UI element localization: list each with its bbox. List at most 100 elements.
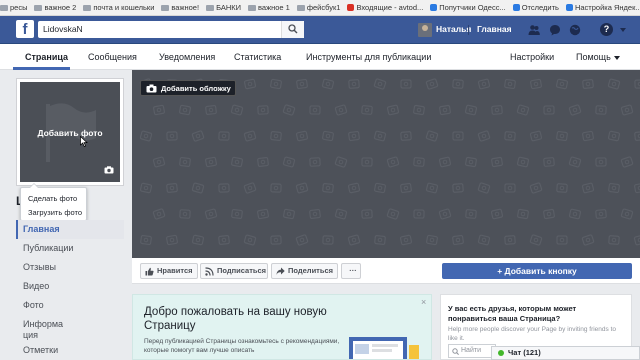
sidebar-item-reviews[interactable]: Отзывы	[16, 258, 124, 277]
mail-icon	[347, 4, 355, 11]
bookmark-label: важное 2	[44, 3, 77, 12]
bookmark-item[interactable]: Входящие - avtod...	[347, 3, 423, 12]
like-button[interactable]: Нравится	[140, 263, 198, 279]
help-menu[interactable]: Помощь	[576, 52, 620, 62]
friend-search-placeholder: Найти	[461, 347, 481, 354]
follow-button[interactable]: Подписаться	[200, 263, 268, 279]
site-favicon-icon	[512, 4, 520, 11]
bookmark-label: Попутчики Одесс...	[439, 3, 506, 12]
account-menu-chevron-down-icon[interactable]	[620, 28, 626, 32]
bookmark-label: Отследить	[521, 3, 559, 12]
left-sidebar-nav: Главная Публикации Отзывы Видео Фото Инф…	[16, 220, 124, 360]
sidebar-item-posts[interactable]: Публикации	[16, 239, 124, 258]
folder-icon	[34, 4, 43, 11]
bookmark-label: важное!	[171, 3, 200, 12]
add-photo-label[interactable]: Добавить фото	[20, 128, 120, 138]
photo-options-menu: Сделать фото Загрузить фото	[20, 183, 87, 221]
active-tab-indicator	[13, 67, 70, 70]
bookmark-item[interactable]: Попутчики Одесс...	[430, 3, 506, 12]
globe-notifications-icon[interactable]	[569, 24, 581, 36]
share-arrow-icon	[276, 267, 285, 275]
bookmark-label: важное 1	[258, 3, 290, 12]
sidebar-item-videos[interactable]: Видео	[16, 277, 124, 296]
help-menu-label: Помощь	[576, 52, 611, 62]
folder-icon	[248, 4, 256, 11]
facebook-top-bar: f LidovskaN Наталья Главная ?	[0, 16, 640, 44]
bookmark-item[interactable]: БАНКИ	[206, 3, 241, 12]
home-link[interactable]: Главная	[477, 24, 512, 34]
bookmark-label: фейсбук1	[306, 3, 341, 12]
tab-settings[interactable]: Настройки	[510, 52, 554, 62]
bookmark-item[interactable]: Настройка Яндек...	[565, 3, 640, 12]
sidebar-item-info[interactable]: Информа ция	[16, 315, 124, 341]
welcome-text: Перед публикацией Страницы ознакомьтесь …	[144, 338, 340, 354]
welcome-card: Добро пожаловать на вашу новую Страницу …	[132, 294, 432, 360]
bookmark-label: почта и кошельки	[93, 3, 155, 12]
user-name-link[interactable]: Наталья	[436, 24, 471, 34]
site-favicon-icon	[565, 4, 573, 11]
avatar[interactable]	[418, 23, 432, 37]
tab-page[interactable]: Страница	[25, 52, 68, 62]
chat-label: Чат (121)	[508, 348, 541, 357]
friend-search-input[interactable]: Найти	[448, 344, 496, 358]
help-question-icon[interactable]: ?	[600, 23, 613, 36]
folder-icon	[206, 4, 215, 11]
share-button[interactable]: Поделиться	[271, 263, 338, 279]
camera-icon	[146, 84, 157, 93]
page-setup-illustration	[349, 337, 419, 359]
sidebar-item-tags[interactable]: Отметки	[16, 341, 124, 360]
tab-statistics[interactable]: Статистика	[234, 52, 281, 62]
folder-icon	[0, 4, 8, 11]
share-label: Поделиться	[288, 266, 334, 275]
cover-photo-area[interactable]	[132, 70, 640, 258]
folder-icon	[83, 4, 92, 11]
add-cover-label: Добавить обложку	[161, 84, 231, 93]
bookmark-item[interactable]: важное!	[161, 3, 199, 12]
chat-bar[interactable]: Чат (121)	[491, 346, 640, 360]
follow-label: Подписаться	[217, 266, 267, 275]
profile-photo-placeholder: Добавить фото	[20, 82, 120, 182]
bookmark-item[interactable]: важное 2	[34, 3, 76, 12]
profile-photo[interactable]: Добавить фото	[16, 78, 124, 186]
tab-messages[interactable]: Сообщения	[88, 52, 137, 62]
bookmark-item[interactable]: ресы	[0, 3, 27, 12]
search-icon	[452, 348, 459, 355]
folder-icon	[296, 4, 305, 11]
bookmark-item[interactable]: важное 1	[248, 3, 290, 12]
search-button[interactable]	[281, 21, 304, 38]
folder-icon	[161, 4, 170, 11]
sidebar-item-photos[interactable]: Фото	[16, 296, 124, 315]
search-icon	[288, 24, 298, 34]
thumbs-up-icon	[145, 267, 154, 276]
page-action-bar: Нравится Подписаться Поделиться ··· + До…	[132, 258, 640, 284]
menu-item-upload-photo[interactable]: Загрузить фото	[28, 208, 82, 217]
mouse-cursor-icon	[80, 136, 88, 147]
divider	[468, 25, 469, 35]
bookmark-item[interactable]: почта и кошельки	[83, 3, 154, 12]
site-favicon-icon	[430, 4, 438, 11]
add-cover-button[interactable]: Добавить обложку	[140, 80, 236, 96]
tab-publishing-tools[interactable]: Инструменты для публикации	[306, 52, 431, 62]
bookmark-label: Настройка Яндек...	[574, 3, 640, 12]
invite-friends-description: Help more people discover your Page by i…	[448, 326, 617, 342]
facebook-logo-icon[interactable]: f	[16, 20, 34, 38]
camera-icon[interactable]	[104, 166, 114, 174]
more-options-button[interactable]: ···	[341, 263, 361, 279]
bookmark-item[interactable]: Отследить	[512, 3, 559, 12]
chevron-down-icon	[613, 55, 620, 60]
bookmark-label: БАНКИ	[216, 3, 241, 12]
cover-pattern	[139, 78, 640, 246]
menu-item-take-photo[interactable]: Сделать фото	[28, 194, 77, 203]
tab-notifications[interactable]: Уведомления	[159, 52, 215, 62]
like-label: Нравится	[157, 266, 193, 275]
search-input[interactable]: LidovskaN	[38, 21, 304, 38]
friend-requests-icon[interactable]	[528, 24, 540, 36]
sidebar-item-home[interactable]: Главная	[16, 220, 124, 239]
close-icon[interactable]: ×	[421, 297, 426, 307]
rss-follow-icon	[205, 267, 214, 276]
welcome-title: Добро пожаловать на вашу новую Страницу	[144, 306, 327, 332]
add-button-button[interactable]: + Добавить кнопку	[442, 263, 632, 279]
page-navigation: Страница Сообщения Уведомления Статистик…	[0, 44, 640, 70]
bookmark-item[interactable]: фейсбук1	[296, 3, 341, 12]
messages-icon[interactable]	[549, 24, 561, 36]
